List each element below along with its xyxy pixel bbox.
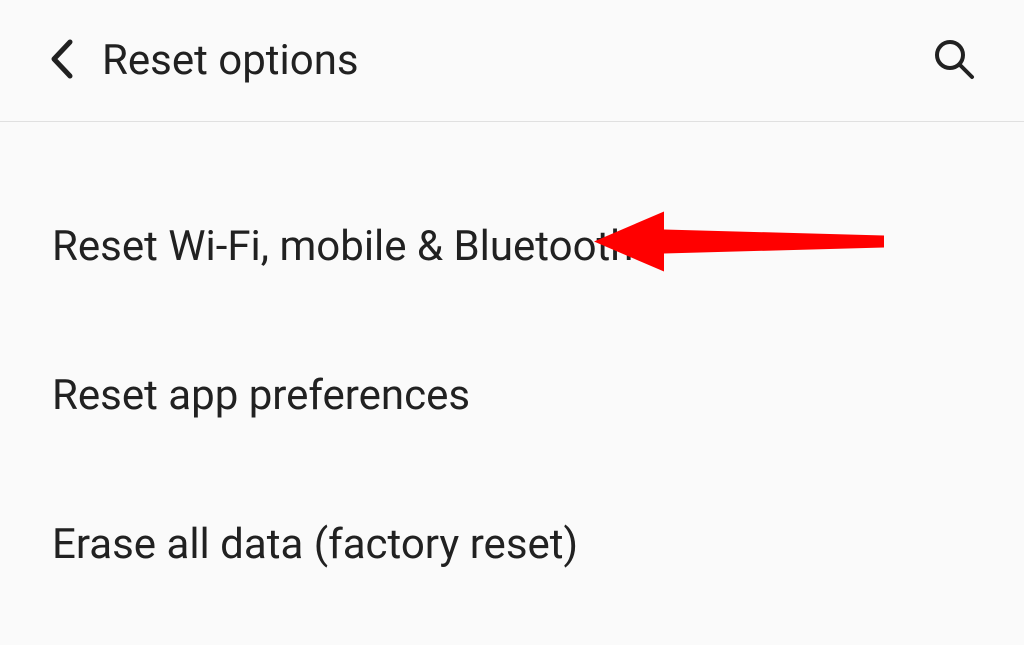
option-erase-all-data[interactable]: Erase all data (factory reset) [0, 470, 1024, 619]
search-icon[interactable] [932, 37, 976, 85]
header: Reset options [0, 0, 1024, 122]
option-label: Reset app preferences [52, 371, 470, 420]
option-reset-wifi-mobile-bluetooth[interactable]: Reset Wi-Fi, mobile & Bluetooth [0, 172, 1024, 321]
page-title: Reset options [102, 36, 932, 85]
annotation-arrow-icon [594, 206, 884, 287]
option-label: Erase all data (factory reset) [52, 520, 578, 569]
options-list: Reset Wi-Fi, mobile & Bluetooth Reset ap… [0, 122, 1024, 619]
option-reset-app-preferences[interactable]: Reset app preferences [0, 321, 1024, 470]
back-icon[interactable] [48, 38, 74, 84]
option-label: Reset Wi-Fi, mobile & Bluetooth [52, 222, 633, 271]
